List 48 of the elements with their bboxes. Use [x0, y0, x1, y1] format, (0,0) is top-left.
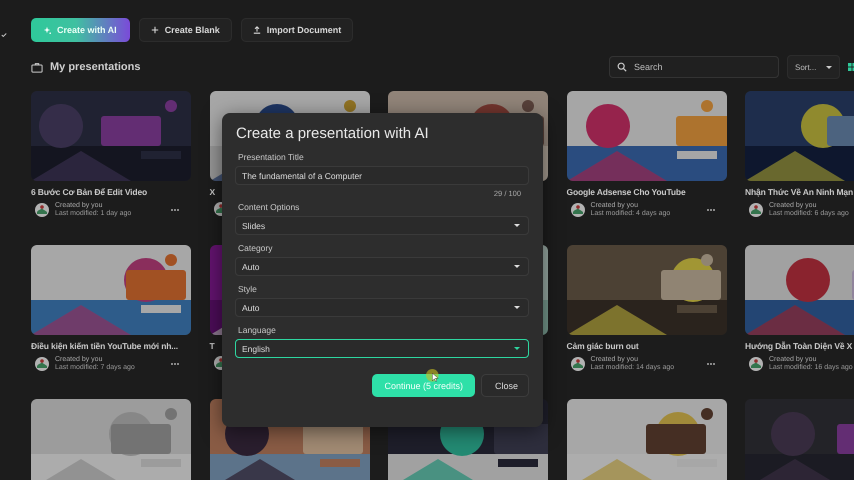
card-title: Điều kiện kiếm tiền YouTube mới nh... — [31, 341, 178, 351]
input-field[interactable]: The fundamental of a Computer — [235, 166, 529, 185]
card-title: T — [210, 341, 215, 351]
dialog-title: Create a presentation with AI — [236, 125, 430, 142]
avatar-icon — [570, 202, 584, 216]
more-button[interactable] — [704, 360, 716, 366]
card-title: Nhận Thức Về An Ninh Mạn — [745, 187, 854, 197]
avatar-icon — [35, 356, 49, 370]
toolbar-button[interactable]: Import Document — [240, 18, 354, 42]
caret-icon — [514, 265, 520, 268]
field-label: Language — [238, 325, 277, 335]
upload-icon — [252, 26, 261, 34]
caret-icon — [514, 347, 520, 350]
card-title: Hướng Dẫn Toàn Diện Về X — [745, 341, 852, 351]
avatar-icon — [570, 356, 584, 370]
search-icon — [617, 62, 627, 72]
select-field[interactable]: English — [235, 339, 529, 358]
caret-icon — [514, 224, 520, 227]
search-field[interactable]: Search — [609, 56, 779, 78]
caret-icon — [826, 66, 832, 68]
grid-view-icon — [848, 63, 854, 71]
plus-icon — [150, 26, 159, 34]
avatar-icon — [749, 356, 763, 370]
close-button[interactable]: Close — [481, 374, 529, 397]
card-title: X — [210, 187, 216, 197]
field-label: Presentation Title — [238, 152, 305, 162]
more-button[interactable] — [169, 206, 181, 212]
select-field[interactable]: Auto — [235, 298, 529, 317]
avatar-icon — [35, 202, 49, 216]
more-button[interactable] — [169, 360, 181, 366]
caret-icon — [514, 306, 520, 309]
sort-dropdown[interactable]: Sort... — [787, 55, 840, 79]
card-title: Cảm giác burn out — [566, 341, 639, 351]
card-title: 6 Bước Cơ Bản Để Edit Video — [31, 187, 148, 197]
field-label: Style — [238, 284, 258, 294]
sparkle-icon — [43, 26, 51, 34]
briefcase-icon — [31, 62, 43, 72]
select-field[interactable]: Auto — [235, 257, 529, 276]
avatar-icon — [749, 202, 763, 216]
field-label: Category — [238, 243, 274, 253]
more-button[interactable] — [704, 206, 716, 212]
toolbar-button[interactable]: Create Blank — [138, 18, 232, 42]
section-title: My presentations — [50, 61, 140, 73]
check-icon — [1, 32, 7, 38]
card-title: Google Adsense Cho YouTube — [566, 187, 686, 197]
field-label: Content Options — [238, 202, 300, 212]
mouse-cursor-icon — [426, 369, 440, 383]
select-field[interactable]: Slides — [235, 216, 529, 235]
